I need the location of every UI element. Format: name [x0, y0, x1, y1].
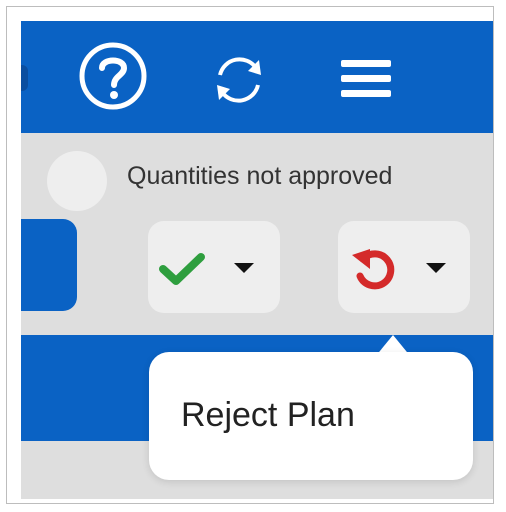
approve-dropdown-button[interactable]: [148, 221, 280, 313]
partial-toolbar-icon[interactable]: [21, 65, 28, 91]
reject-dropdown-button[interactable]: [338, 221, 470, 313]
caret-down-icon: [426, 263, 446, 273]
screenshot-frame: Quantities not approved Reject Plan: [6, 6, 494, 504]
top-toolbar: [21, 21, 493, 133]
tooltip-label: Reject Plan: [181, 396, 355, 434]
reject-plan-tooltip: Reject Plan: [149, 352, 473, 480]
menu-button[interactable]: [341, 59, 391, 99]
sync-button[interactable]: [210, 51, 268, 109]
sync-icon: [217, 57, 261, 103]
help-circle-icon: [79, 42, 147, 110]
caret-down-icon: [234, 263, 254, 273]
checkmark-icon: [159, 253, 205, 285]
undo-arrow-icon: [352, 249, 395, 290]
help-button[interactable]: [78, 41, 148, 111]
status-label: Quantities not approved: [127, 162, 393, 190]
primary-action-button[interactable]: [21, 219, 77, 311]
app-viewport: Quantities not approved Reject Plan: [21, 21, 493, 499]
hamburger-menu-icon: [341, 60, 391, 97]
status-radio[interactable]: [47, 151, 107, 211]
